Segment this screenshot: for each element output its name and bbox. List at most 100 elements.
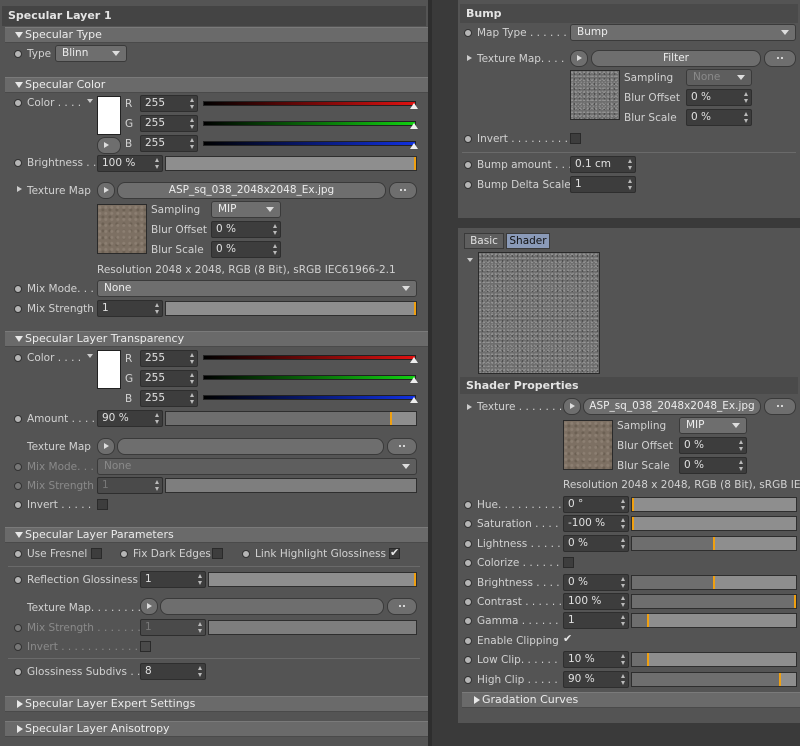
spinner-icon[interactable] xyxy=(273,244,278,255)
shader-param-checkbox[interactable] xyxy=(563,632,574,646)
animate-dot-icon[interactable] xyxy=(464,135,472,143)
amount-field[interactable]: 90 % xyxy=(97,410,163,427)
spinner-icon[interactable] xyxy=(155,413,160,424)
mix-strength-field[interactable]: 1 xyxy=(97,300,163,317)
animate-dot-icon[interactable] xyxy=(14,501,22,509)
shader-param-field[interactable]: 0 % xyxy=(563,535,629,552)
animate-dot-icon[interactable] xyxy=(14,159,22,167)
spinner-icon[interactable] xyxy=(621,577,626,588)
amount-slider[interactable] xyxy=(165,411,417,426)
spinner-icon[interactable] xyxy=(190,98,195,109)
spinner-icon[interactable] xyxy=(190,353,195,364)
texture-browse-button[interactable]: .. xyxy=(389,182,417,199)
color-mode-button[interactable] xyxy=(97,137,121,154)
shader-param-field[interactable]: 0 % xyxy=(563,574,629,591)
animate-dot-icon[interactable] xyxy=(464,540,472,548)
animate-dot-icon[interactable] xyxy=(464,656,472,664)
map-type-dropdown[interactable]: Bump xyxy=(570,24,796,41)
spinner-icon[interactable] xyxy=(628,159,633,170)
shader-param-field[interactable]: 10 % xyxy=(563,651,629,668)
spinner-icon[interactable] xyxy=(273,224,278,235)
spinner-icon[interactable] xyxy=(190,373,195,384)
r-field[interactable]: 255 xyxy=(140,95,198,112)
animate-dot-icon[interactable] xyxy=(464,579,472,587)
texture-menu-button[interactable] xyxy=(97,182,115,199)
shader-blur-scale-field[interactable]: 0 % xyxy=(679,457,747,474)
color-menu-triangle-icon[interactable] xyxy=(87,99,93,103)
animate-dot-icon[interactable] xyxy=(14,99,22,107)
shader-param-field[interactable]: 100 % xyxy=(563,593,629,610)
animate-dot-icon[interactable] xyxy=(464,501,472,509)
spinner-icon[interactable] xyxy=(198,666,203,677)
texture-menu-button[interactable] xyxy=(97,438,115,455)
animate-dot-icon[interactable] xyxy=(14,668,22,676)
spinner-icon[interactable] xyxy=(621,596,626,607)
animate-dot-icon[interactable] xyxy=(464,676,472,684)
tab-basic[interactable]: Basic xyxy=(464,233,504,249)
spinner-icon[interactable] xyxy=(190,138,195,149)
animate-dot-icon[interactable] xyxy=(14,354,22,362)
spinner-icon[interactable] xyxy=(621,654,626,665)
g-field[interactable]: 255 xyxy=(140,115,198,132)
color-menu-triangle-icon[interactable] xyxy=(87,354,93,358)
filter-button[interactable]: Filter xyxy=(591,50,761,67)
shader-param-slider[interactable] xyxy=(631,516,797,531)
spinner-icon[interactable] xyxy=(621,499,626,510)
spinner-icon[interactable] xyxy=(198,574,203,585)
spinner-icon[interactable] xyxy=(621,518,626,529)
shader-param-checkbox[interactable] xyxy=(563,557,574,568)
animate-dot-icon[interactable] xyxy=(464,29,472,37)
section-expert-settings[interactable]: Specular Layer Expert Settings xyxy=(5,696,428,712)
section-specular-color[interactable]: Specular Color xyxy=(5,77,428,93)
b-slider-knob-icon[interactable] xyxy=(410,143,418,149)
b-field[interactable]: 255 xyxy=(140,135,198,152)
texture-expand-triangle-icon[interactable] xyxy=(467,55,472,61)
spinner-icon[interactable] xyxy=(621,538,626,549)
spinner-icon[interactable] xyxy=(744,112,749,123)
animate-dot-icon[interactable] xyxy=(14,50,22,58)
r-gradient-slider[interactable] xyxy=(203,101,416,106)
r-slider-knob-icon[interactable] xyxy=(410,103,418,109)
color-swatch[interactable] xyxy=(97,96,121,135)
g-gradient-slider[interactable] xyxy=(203,121,416,126)
g-slider-knob-icon[interactable] xyxy=(410,377,418,383)
shader-texture-file-button[interactable]: ASP_sq_038_2048x2048_Ex.jpg xyxy=(583,398,761,415)
transparency-r-field[interactable]: 255 xyxy=(140,350,198,367)
tab-shader[interactable]: Shader xyxy=(506,233,550,249)
animate-dot-icon[interactable] xyxy=(464,181,472,189)
spinner-icon[interactable] xyxy=(621,674,626,685)
section-anisotropy[interactable]: Specular Layer Anisotropy xyxy=(5,721,428,737)
blur-scale-field[interactable]: 0 % xyxy=(211,241,281,258)
texture-menu-button[interactable] xyxy=(140,598,158,615)
bump-blur-scale-field[interactable]: 0 % xyxy=(686,109,752,126)
spinner-icon[interactable] xyxy=(739,440,744,451)
shader-param-slider[interactable] xyxy=(631,497,797,512)
section-specular-transparency[interactable]: Specular Layer Transparency xyxy=(5,331,428,347)
fix-dark-edges-checkbox[interactable] xyxy=(212,548,223,559)
shader-param-slider[interactable] xyxy=(631,672,797,687)
section-gradation-curves[interactable]: Gradation Curves xyxy=(462,692,800,708)
shader-param-field[interactable]: 1 xyxy=(563,612,629,629)
animate-dot-icon[interactable] xyxy=(14,576,22,584)
texture-browse-button[interactable]: .. xyxy=(387,598,417,615)
params-texture-button[interactable] xyxy=(160,598,384,615)
brightness-slider[interactable] xyxy=(165,156,417,171)
animate-dot-icon[interactable] xyxy=(14,415,22,423)
bump-delta-scale-field[interactable]: 1 xyxy=(570,176,636,193)
bump-amount-field[interactable]: 0.1 cm xyxy=(570,156,636,173)
brightness-field[interactable]: 100 % xyxy=(97,155,163,172)
mix-mode-dropdown[interactable]: None xyxy=(97,280,417,297)
link-highlight-checkbox[interactable] xyxy=(389,546,400,559)
shader-sampling-dropdown[interactable]: MIP xyxy=(679,417,747,434)
transparency-b-slider[interactable] xyxy=(203,395,416,400)
animate-dot-icon[interactable] xyxy=(14,305,22,313)
spinner-icon[interactable] xyxy=(744,92,749,103)
b-slider-knob-icon[interactable] xyxy=(410,397,418,403)
transparency-g-field[interactable]: 255 xyxy=(140,370,198,387)
texture-expand-triangle-icon[interactable] xyxy=(17,186,22,192)
texture-menu-button[interactable] xyxy=(563,398,581,415)
shader-param-slider[interactable] xyxy=(631,594,797,609)
shader-param-slider[interactable] xyxy=(631,652,797,667)
animate-dot-icon[interactable] xyxy=(464,559,472,567)
spinner-icon[interactable] xyxy=(155,158,160,169)
